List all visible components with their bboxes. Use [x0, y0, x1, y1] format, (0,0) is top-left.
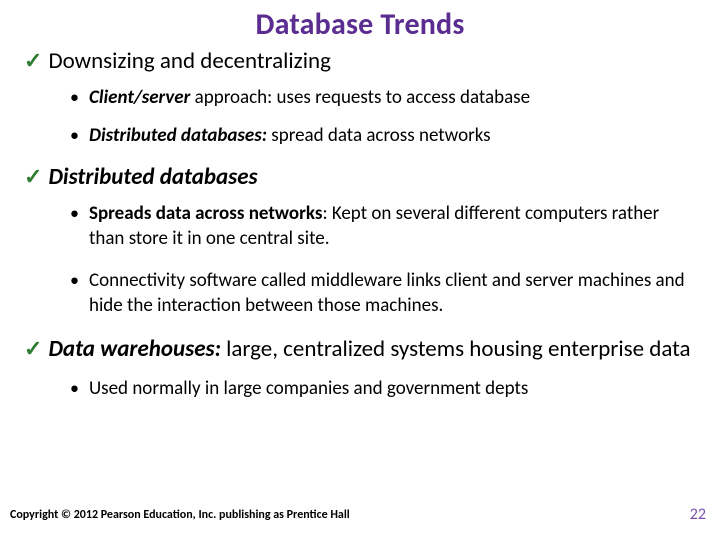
bullet-dot-icon: • — [70, 86, 79, 109]
bullet-dot-icon: • — [70, 269, 79, 292]
bullet-level1: ✓ Distributed databases — [24, 163, 696, 192]
bullet-text: Spreads data across networks: Kept on se… — [89, 202, 696, 251]
bullet-text: Used normally in large companies and gov… — [89, 377, 528, 402]
bullet-text: Distributed databases: spread data acros… — [89, 124, 491, 149]
bullet-text: Distributed databases — [48, 163, 257, 192]
bullet-text: Data warehouses: large, centralized syst… — [48, 335, 690, 364]
check-icon: ✓ — [24, 47, 42, 75]
bullet-level2: • Spreads data across networks: Kept on … — [70, 202, 696, 251]
bullet-level1: ✓ Downsizing and decentralizing — [24, 47, 696, 76]
bullet-text: Client/server approach: uses requests to… — [89, 86, 530, 111]
bullet-level2: • Used normally in large companies and g… — [70, 377, 696, 402]
bullet-dot-icon: • — [70, 202, 79, 225]
bullet-level1: ✓ Data warehouses: large, centralized sy… — [24, 335, 696, 364]
copyright-footer: Copyright © 2012 Pearson Education, Inc.… — [10, 508, 350, 522]
bullet-level2: • Client/server approach: uses requests … — [70, 86, 696, 111]
bullet-text: Connectivity software called middleware … — [89, 269, 696, 318]
check-icon: ✓ — [24, 335, 42, 363]
bullet-level2: • Distributed databases: spread data acr… — [70, 124, 696, 149]
page-number: 22 — [690, 505, 706, 524]
bullet-text: Downsizing and decentralizing — [48, 47, 331, 76]
bullet-level2: • Connectivity software called middlewar… — [70, 269, 696, 318]
slide-title: Database Trends — [24, 6, 696, 43]
check-icon: ✓ — [24, 163, 42, 191]
bullet-dot-icon: • — [70, 124, 79, 147]
bullet-dot-icon: • — [70, 377, 79, 400]
